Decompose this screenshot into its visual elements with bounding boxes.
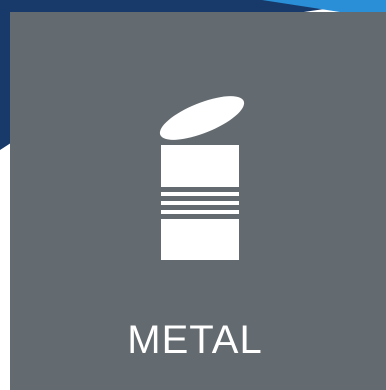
can-rib-2 bbox=[161, 201, 239, 205]
can-rib-1 bbox=[161, 192, 239, 196]
can-body-bottom bbox=[161, 219, 239, 260]
metal-recycling-sign: METAL bbox=[0, 0, 386, 390]
can-body-top bbox=[161, 145, 239, 187]
sign-label: METAL bbox=[127, 318, 263, 362]
can-rib-3 bbox=[161, 210, 239, 214]
